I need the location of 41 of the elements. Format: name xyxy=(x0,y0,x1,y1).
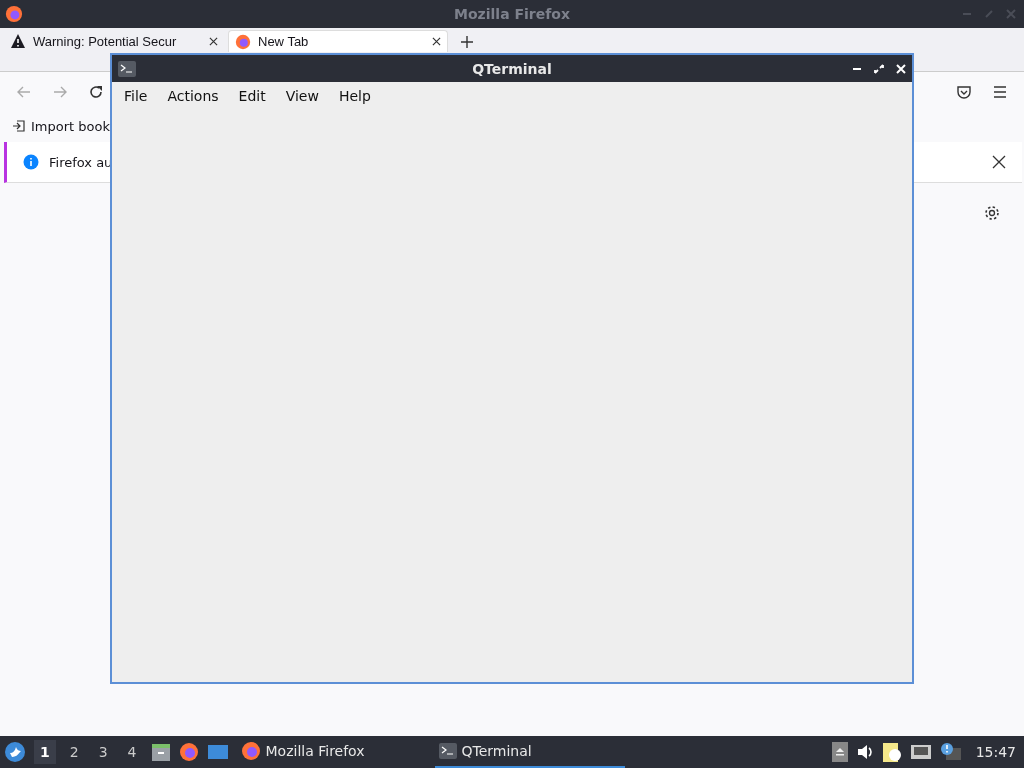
terminal-icon xyxy=(438,743,457,759)
reload-icon[interactable] xyxy=(88,84,104,100)
volume-icon[interactable] xyxy=(855,743,874,761)
pocket-icon[interactable] xyxy=(956,84,972,100)
menu-item[interactable]: File xyxy=(114,86,158,106)
clock: 15:47 xyxy=(975,744,1016,760)
bookmark-item[interactable]: Import book xyxy=(12,118,110,134)
workspace-button[interactable]: 2 xyxy=(63,740,85,764)
warning-icon xyxy=(10,33,26,49)
info-icon xyxy=(23,154,39,170)
close-icon[interactable] xyxy=(432,37,441,46)
workspace-button[interactable]: 4 xyxy=(121,740,143,764)
taskbar-button[interactable]: QTerminal xyxy=(434,736,625,768)
taskbar-button[interactable]: Mozilla Firefox xyxy=(236,736,427,768)
close-icon[interactable] xyxy=(209,36,218,46)
browser-tab[interactable]: New Tab xyxy=(228,30,448,52)
window-title: Mozilla Firefox xyxy=(454,6,570,22)
start-menu-icon[interactable] xyxy=(4,741,26,763)
new-tab-icon[interactable] xyxy=(460,35,474,49)
eject-icon[interactable] xyxy=(831,742,848,762)
firefox-icon xyxy=(235,33,251,50)
menu-item[interactable]: Help xyxy=(328,86,381,106)
firefox-icon[interactable] xyxy=(178,742,199,762)
menu-item[interactable]: View xyxy=(275,86,329,106)
browser-tab[interactable]: Warning: Potential Secur xyxy=(4,30,224,52)
notification-icon[interactable] xyxy=(939,742,962,762)
desktop-icon[interactable] xyxy=(206,743,229,761)
firefox-icon xyxy=(240,741,261,761)
settings-icon[interactable] xyxy=(984,205,1000,221)
menu-item[interactable]: Actions xyxy=(157,86,229,106)
firefox-icon xyxy=(5,5,23,23)
terminal-icon xyxy=(118,60,136,77)
import-icon xyxy=(12,119,26,133)
workspace-button[interactable]: 3 xyxy=(92,740,114,764)
network-icon[interactable] xyxy=(909,743,932,761)
menu-item[interactable]: Edit xyxy=(228,86,276,106)
file-manager-icon[interactable] xyxy=(150,742,171,762)
window-title: QTerminal xyxy=(472,60,552,77)
workspace-button[interactable]: 1 xyxy=(34,740,56,764)
close-icon[interactable] xyxy=(992,155,1006,169)
menu-icon[interactable] xyxy=(992,84,1008,100)
